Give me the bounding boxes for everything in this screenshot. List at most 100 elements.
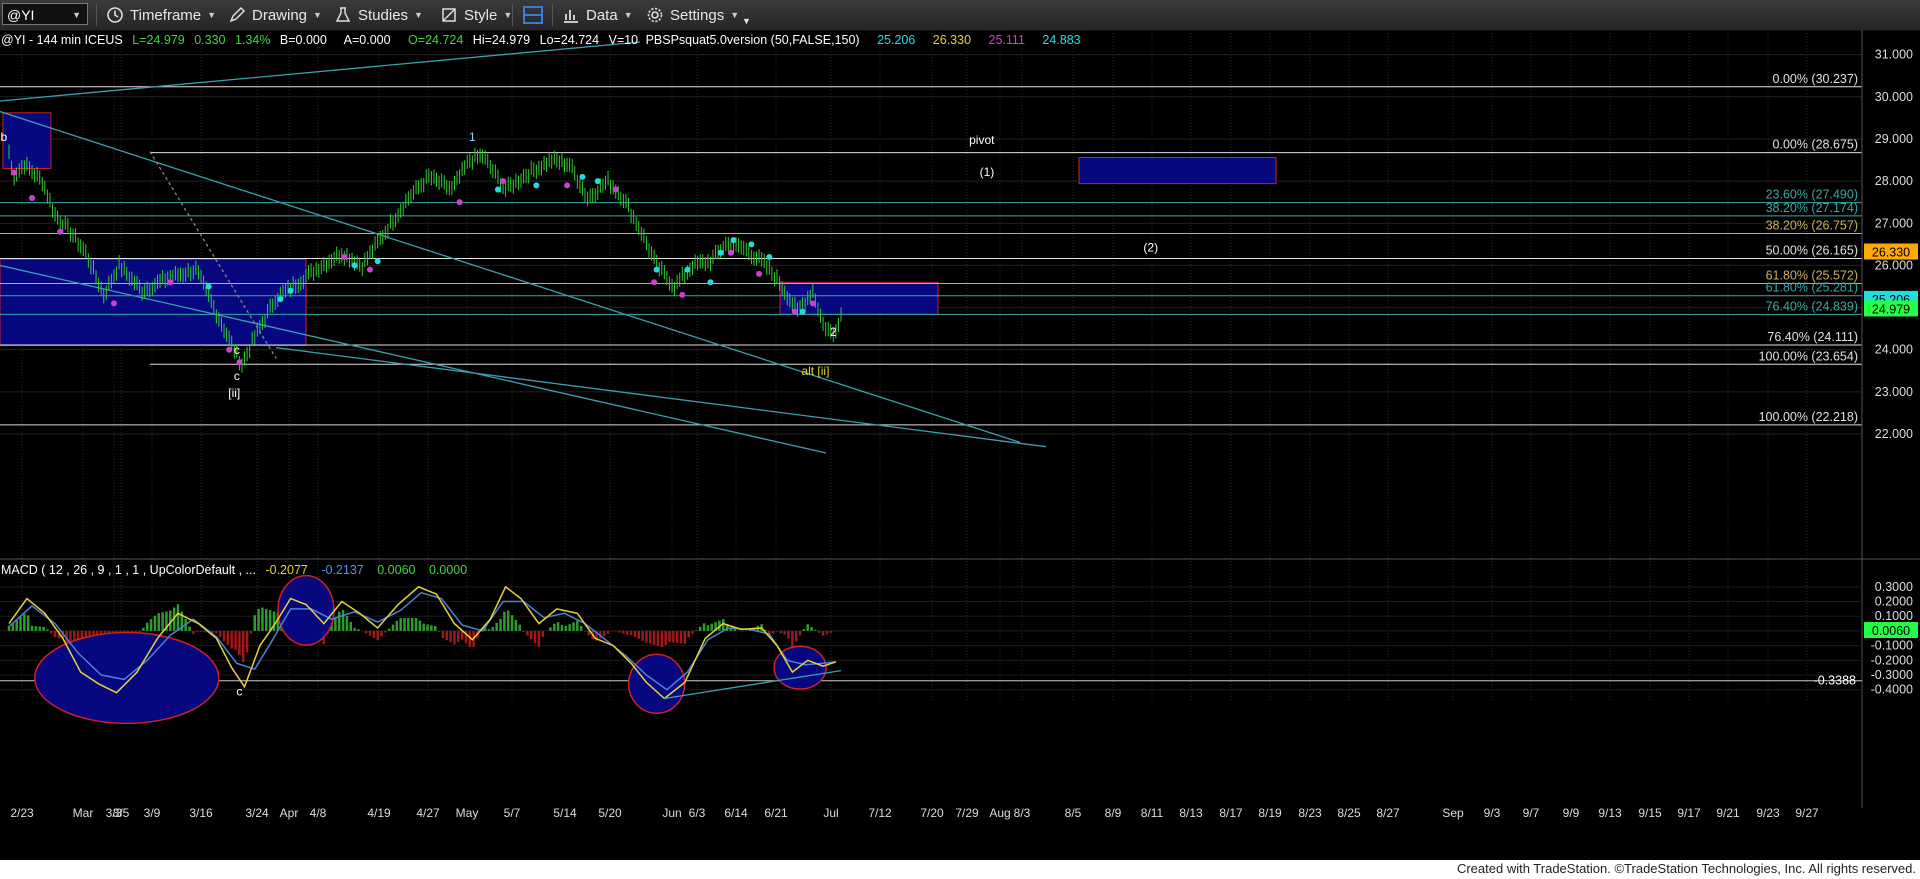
- symbol-value: @YI: [7, 7, 35, 23]
- price-tick-label: 28.000: [1875, 174, 1913, 188]
- layout-icon: [523, 6, 543, 24]
- price-tick-label: 22.000: [1875, 427, 1913, 441]
- date-tick-label: 9/27: [1795, 806, 1819, 820]
- studies-button[interactable]: Studies ▼: [334, 0, 423, 30]
- chevron-down-icon: ▼: [207, 10, 217, 20]
- date-tick-label: 6/14: [724, 806, 748, 820]
- cyan-dot: [579, 173, 586, 180]
- fib-label: 0.00% (30.237): [1773, 72, 1858, 86]
- magenta-dot: [651, 279, 658, 286]
- chart-canvas: 0.00% (30.237) 0.00% (28.675) 23.60% (27.4…: [0, 30, 1920, 820]
- gear-icon: [647, 7, 663, 23]
- palette-icon: [442, 8, 456, 22]
- magenta-dot: [564, 182, 571, 189]
- date-tick-label: 9/23: [1756, 806, 1780, 820]
- macd-tick-label: 0.2000: [1875, 595, 1913, 609]
- chevron-down-icon: ▼: [730, 10, 740, 20]
- date-tick-label: Aug: [989, 806, 1010, 820]
- data-button[interactable]: Data ▼: [562, 0, 633, 30]
- symbol-input[interactable]: @YI ▼: [2, 3, 88, 25]
- date-tick-label: 8/17: [1219, 806, 1243, 820]
- fib-label: 50.00% (26.165): [1766, 243, 1858, 257]
- fib-label: 38.20% (27.174): [1766, 201, 1858, 215]
- wave-label: pivot: [969, 133, 995, 147]
- date-tick-label: May: [456, 806, 479, 820]
- magenta-dot: [366, 266, 373, 273]
- magenta-dot: [110, 300, 117, 307]
- cyan-dot: [287, 287, 294, 294]
- date-tick-label: 8/23: [1298, 806, 1322, 820]
- date-tick-label: 9/15: [1638, 806, 1662, 820]
- date-tick-label: 7/12: [868, 806, 892, 820]
- settings-button[interactable]: Settings ▼: [646, 0, 739, 30]
- price-panel: 0.00% (30.237) 0.00% (28.675) 23.60% (27.4…: [0, 30, 1918, 808]
- magenta-dot: [756, 270, 763, 277]
- chart-bars-icon: [564, 10, 578, 23]
- pivot-target-box: [1078, 157, 1277, 185]
- fib-label: 38.20% (26.757): [1766, 219, 1858, 233]
- date-tick-label: 9/3: [1484, 806, 1501, 820]
- chevron-down-icon: ▼: [503, 10, 513, 20]
- magenta-dot: [809, 300, 816, 307]
- fib-label: 0.00% (28.675): [1773, 138, 1858, 152]
- price-tick-label: 29.000: [1875, 132, 1913, 146]
- wave-label: b: [1, 130, 8, 144]
- cyan-dot: [494, 186, 501, 193]
- cyan-dot: [730, 237, 737, 244]
- symbol-dropdown-icon[interactable]: ▼: [72, 4, 81, 26]
- date-tick-label: 8/13: [1179, 806, 1203, 820]
- date-tick-label: 8/3: [1014, 806, 1031, 820]
- drawing-label: Drawing: [252, 6, 308, 24]
- style-button[interactable]: Style ▼: [440, 0, 512, 30]
- wave-label: (2): [1143, 241, 1158, 255]
- cyan-dot: [205, 283, 212, 290]
- date-tick-label: 2/23: [10, 806, 34, 820]
- symbol-info-line: @YI - 144 min ICEUS L=24.979 0.330 1.34%…: [1, 33, 1081, 47]
- footer: Created with TradeStation. ©TradeStation…: [0, 860, 1920, 879]
- style-label: Style: [464, 6, 498, 24]
- macd-tick-label: 0.1000: [1875, 609, 1913, 623]
- date-tick-label: 4/27: [416, 806, 440, 820]
- fib-levels: 0.00% (30.237) 0.00% (28.675) 23.60% (27.4…: [0, 72, 1862, 426]
- date-tick-label: 3/9: [144, 806, 161, 820]
- price-boxes: [0, 112, 1277, 347]
- magenta-dot: [11, 169, 18, 176]
- data-label: Data: [586, 6, 618, 24]
- fib-label: 23.60% (27.490): [1766, 188, 1858, 202]
- cyan-dot: [799, 308, 806, 315]
- magenta-dot: [791, 308, 798, 315]
- magenta-dot: [456, 199, 463, 206]
- macd-tick-label: -0.4000: [1871, 683, 1913, 697]
- date-tick-label: 8/11: [1141, 806, 1164, 820]
- fib-label: 100.00% (22.218): [1759, 410, 1858, 424]
- date-tick-label: 8/5: [1065, 806, 1082, 820]
- date-tick-label: Jun: [662, 806, 681, 820]
- macd-tick-label: -0.2000: [1871, 653, 1913, 667]
- cyan-dot: [766, 253, 773, 260]
- magenta-dot: [727, 249, 734, 256]
- price-tag-label: 26.330: [1872, 246, 1910, 260]
- timeframe-button[interactable]: Timeframe ▼: [106, 0, 216, 30]
- cyan-dot: [374, 258, 381, 265]
- trend-line: [0, 41, 641, 102]
- layout-button[interactable]: [522, 0, 544, 30]
- chevron-down-icon: ▼: [414, 10, 423, 20]
- date-tick-label: 4/8: [310, 806, 327, 820]
- macd-ellipses: [34, 574, 827, 725]
- date-tick-label: 3/24: [245, 806, 269, 820]
- price-tick-label: 31.000: [1875, 48, 1913, 62]
- date-tick-label: 3/5: [113, 806, 130, 820]
- fib-label: 76.40% (24.111): [1767, 330, 1858, 344]
- date-tick-label: 9/17: [1677, 806, 1701, 820]
- magenta-dot: [679, 291, 686, 298]
- drawing-button[interactable]: Drawing ▼: [228, 0, 322, 30]
- magenta-dot: [29, 194, 36, 201]
- magenta-dot: [612, 186, 619, 193]
- date-tick-label: 4/19: [367, 806, 391, 820]
- date-tick-label: 9/21: [1716, 806, 1740, 820]
- cyan-dot: [717, 249, 724, 256]
- toolbar: @YI ▼ Timeframe ▼ Drawing ▼ Studies ▼ St…: [0, 0, 1920, 31]
- toolbar-overflow-button[interactable]: ▼: [742, 0, 751, 30]
- wave-label: (1): [980, 165, 995, 179]
- magenta-dot: [226, 346, 233, 353]
